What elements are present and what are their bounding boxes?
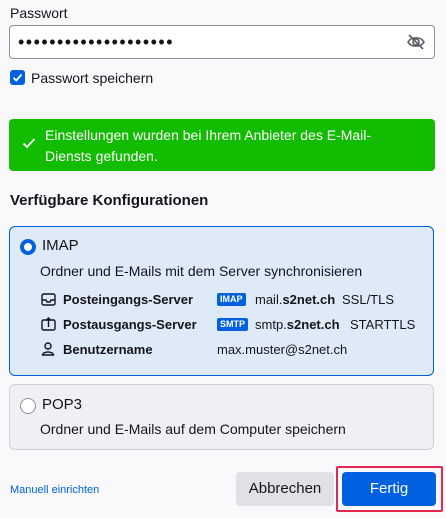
outbox-icon [41,317,56,336]
remember-password-checkbox[interactable] [10,70,25,85]
incoming-security: SSL/TLS [342,292,395,307]
incoming-server-label: Posteingangs-Server [63,292,194,307]
password-field[interactable]: •••••••••••••••••••• [9,25,435,59]
manual-setup-link[interactable]: Manuell einrichten [10,484,99,496]
username-label: Benutzername [63,342,153,357]
outgoing-server-label: Postausgangs-Server [63,317,197,332]
pop3-radio[interactable] [20,398,36,414]
remember-password-label[interactable]: Passwort speichern [31,70,153,86]
incoming-host: mail.s2net.ch [255,292,336,307]
success-banner: Einstellungen wurden bei Ihrem Anbieter … [9,119,435,171]
imap-description: Ordner und E-Mails mit dem Server synchr… [40,263,363,279]
outgoing-security: STARTTLS [350,317,416,332]
pop3-title: POP3 [42,396,83,413]
outgoing-host: smtp.s2net.ch [255,317,340,332]
imap-radio[interactable] [20,239,36,255]
section-title: Verfügbare Konfigurationen [10,192,209,209]
username-value: max.muster@s2net.ch [217,342,348,357]
smtp-badge: SMTP [217,318,249,331]
user-icon [41,342,55,361]
imap-config-option[interactable]: IMAP Ordner und E-Mails mit dem Server s… [9,226,434,376]
success-message: Einstellungen wurden bei Ihrem Anbieter … [45,127,372,164]
checkmark-icon [12,73,23,82]
cancel-button[interactable]: Abbrechen [236,472,334,506]
inbox-icon [41,293,56,311]
password-value: •••••••••••••••••••• [18,32,175,52]
password-label: Passwort [10,5,68,21]
highlight-box [336,466,443,512]
eye-slash-icon[interactable] [406,33,426,51]
pop3-description: Ordner und E-Mails auf dem Computer spei… [40,421,346,437]
pop3-config-option[interactable]: POP3 Ordner und E-Mails auf dem Computer… [9,384,434,450]
imap-badge: IMAP [217,293,246,306]
check-icon [22,138,36,149]
imap-title: IMAP [42,237,79,254]
